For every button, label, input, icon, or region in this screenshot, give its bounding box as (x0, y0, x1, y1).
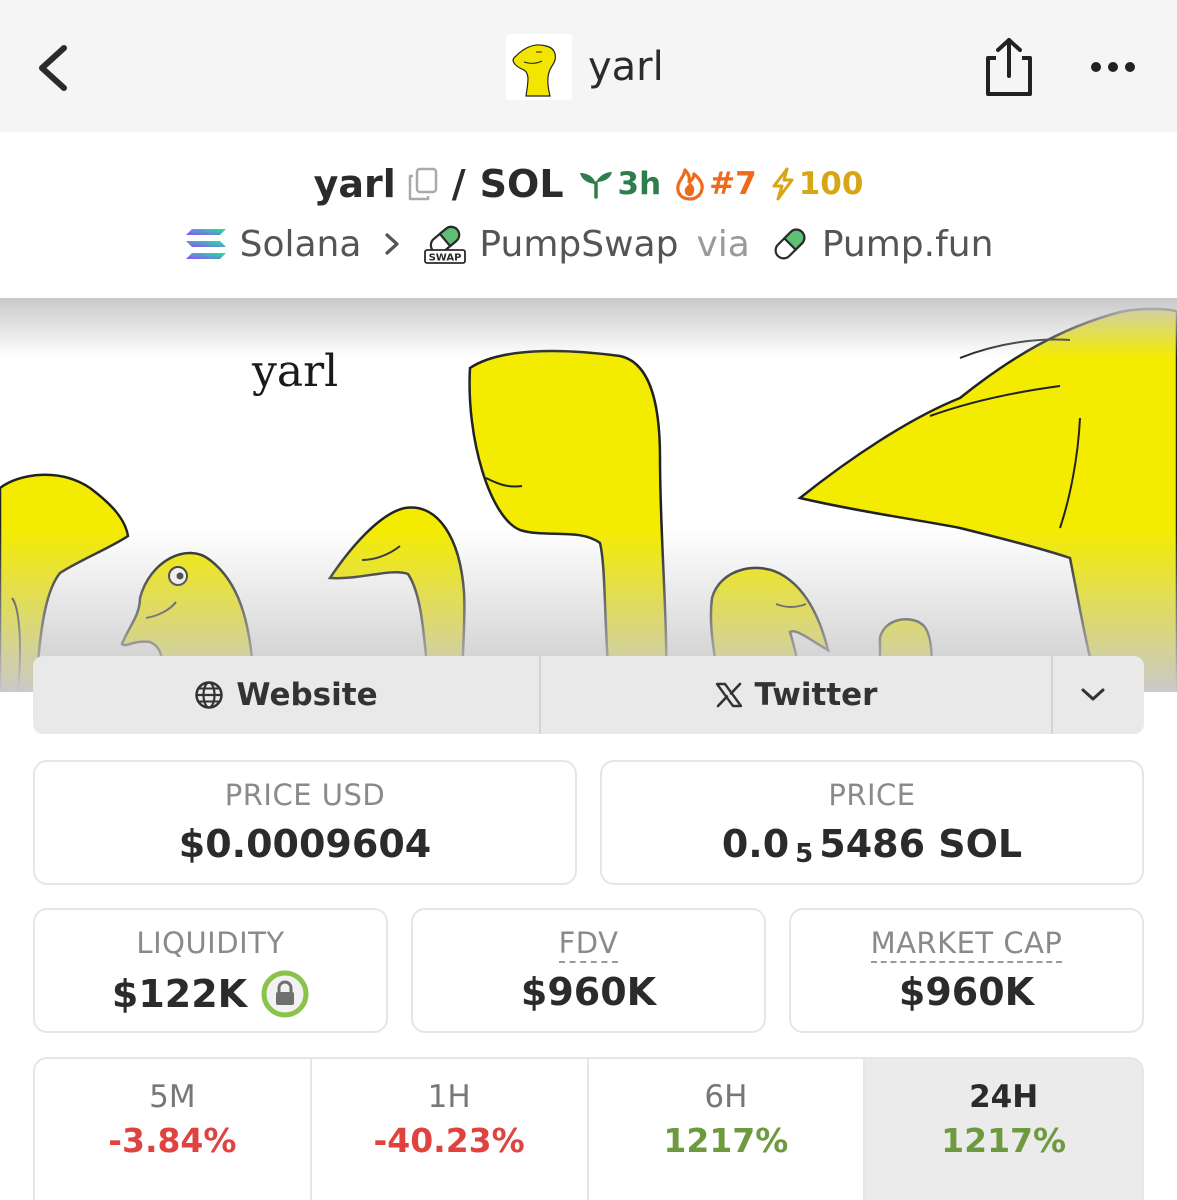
price-native-zero-count: 5 (795, 839, 814, 869)
top-app-bar: yarl (0, 0, 1177, 132)
trending-rank-badge: #7 (675, 166, 757, 202)
price-native-label: PRICE (828, 778, 916, 812)
pumpswap-icon: SWAP (424, 225, 467, 264)
fdv-label: FDV (558, 926, 619, 963)
token-title: yarl (506, 34, 664, 100)
website-label: Website (236, 677, 378, 713)
more-links-dropdown[interactable] (1053, 656, 1144, 734)
pumpswap-icon-text: SWAP (429, 253, 462, 264)
chain-solana-link[interactable]: Solana (184, 223, 362, 265)
more-dots-icon (1091, 62, 1135, 72)
trending-rank-text: #7 (709, 166, 757, 202)
base-token-symbol: yarl (313, 162, 396, 206)
liquidity-lock-icon[interactable] (261, 970, 309, 1018)
x-logo-icon (715, 682, 742, 708)
liquidity-value-row: $122K (35, 970, 386, 1018)
price-change-tabs: 5M -3.84% 1H -40.23% 6H 1217% 24H 1217% (33, 1057, 1144, 1200)
back-button[interactable] (30, 40, 80, 96)
banner-caption: yarl (252, 346, 339, 397)
liquidity-label: LIQUIDITY (136, 926, 285, 960)
timeframe-change: -3.84% (108, 1121, 237, 1160)
quote-token-symbol: SOL (479, 162, 564, 206)
token-banner-image: yarl (0, 298, 1177, 692)
lightning-icon (772, 167, 794, 201)
launchpad-pumpfun-link[interactable]: Pump.fun (770, 223, 994, 265)
price-usd-card: PRICE USD $0.0009604 (33, 760, 577, 885)
timeframe-label: 24H (969, 1079, 1039, 1115)
pair-separator: / (451, 162, 466, 206)
timeframe-6h[interactable]: 6H 1217% (589, 1059, 866, 1200)
timeframe-change: -40.23% (373, 1121, 525, 1160)
price-native-value: 0.0 5 5486 SOL (602, 822, 1142, 869)
seedling-icon (579, 172, 612, 199)
price-native-prefix: 0.0 (721, 822, 790, 866)
market-cap-card[interactable]: MARKET CAP $960K (789, 908, 1144, 1033)
website-link-button[interactable]: Website (33, 656, 541, 734)
dex-pumpswap-link[interactable]: SWAP PumpSwap (423, 222, 678, 266)
timeframe-label: 6H (704, 1079, 748, 1115)
flame-icon (676, 168, 704, 201)
chevron-left-icon (39, 45, 67, 91)
price-usd-value: $0.0009604 (178, 822, 432, 866)
launchpad-name: Pump.fun (821, 223, 994, 265)
pair-header: yarl / SOL 3h #7 100 (0, 160, 1177, 208)
pill-icon (774, 228, 806, 260)
share-button[interactable] (982, 36, 1036, 98)
fdv-card[interactable]: FDV $960K (411, 908, 766, 1033)
chain-name: Solana (239, 223, 362, 265)
more-options-button[interactable] (1086, 52, 1140, 82)
fdv-value: $960K (520, 970, 657, 1014)
liquidity-card: LIQUIDITY $122K (33, 908, 388, 1033)
price-native-card: PRICE 0.0 5 5486 SOL (600, 760, 1144, 885)
timeframe-change: 1217% (941, 1121, 1067, 1160)
twitter-label: Twitter (754, 677, 878, 713)
timeframe-1h[interactable]: 1H -40.23% (312, 1059, 589, 1200)
liquidity-value: $122K (111, 972, 248, 1016)
timeframe-24h[interactable]: 24H 1217% (865, 1059, 1142, 1200)
price-usd-label: PRICE USD (224, 778, 386, 812)
market-cap-label: MARKET CAP (870, 926, 1063, 963)
chain-breadcrumb: Solana SWAP PumpSwap via Pump.fun (0, 220, 1177, 268)
dex-name: PumpSwap (479, 223, 679, 265)
share-icon (986, 38, 1032, 96)
page-title: yarl (588, 44, 664, 90)
via-label: via (696, 223, 750, 265)
token-avatar (506, 34, 572, 100)
boost-count-text: 100 (798, 166, 864, 202)
social-links-bar: Website Twitter (33, 656, 1144, 734)
boost-badge: 100 (771, 166, 864, 202)
chevron-down-icon (1081, 688, 1104, 701)
banner-top-shade (0, 298, 1177, 358)
twitter-link-button[interactable]: Twitter (541, 656, 1053, 734)
price-native-suffix: 5486 SOL (819, 822, 1023, 866)
timeframe-label: 1H (427, 1079, 471, 1115)
market-cap-value: $960K (898, 970, 1035, 1014)
chevron-right-icon (385, 233, 400, 255)
timeframe-label: 5M (149, 1079, 196, 1115)
pair-age-badge: 3h (578, 166, 662, 202)
solana-icon (185, 229, 226, 259)
pair-age-text: 3h (617, 166, 662, 202)
copy-icon[interactable] (406, 166, 440, 202)
globe-icon (195, 681, 224, 709)
timeframe-5m[interactable]: 5M -3.84% (35, 1059, 312, 1200)
timeframe-change: 1217% (663, 1121, 789, 1160)
